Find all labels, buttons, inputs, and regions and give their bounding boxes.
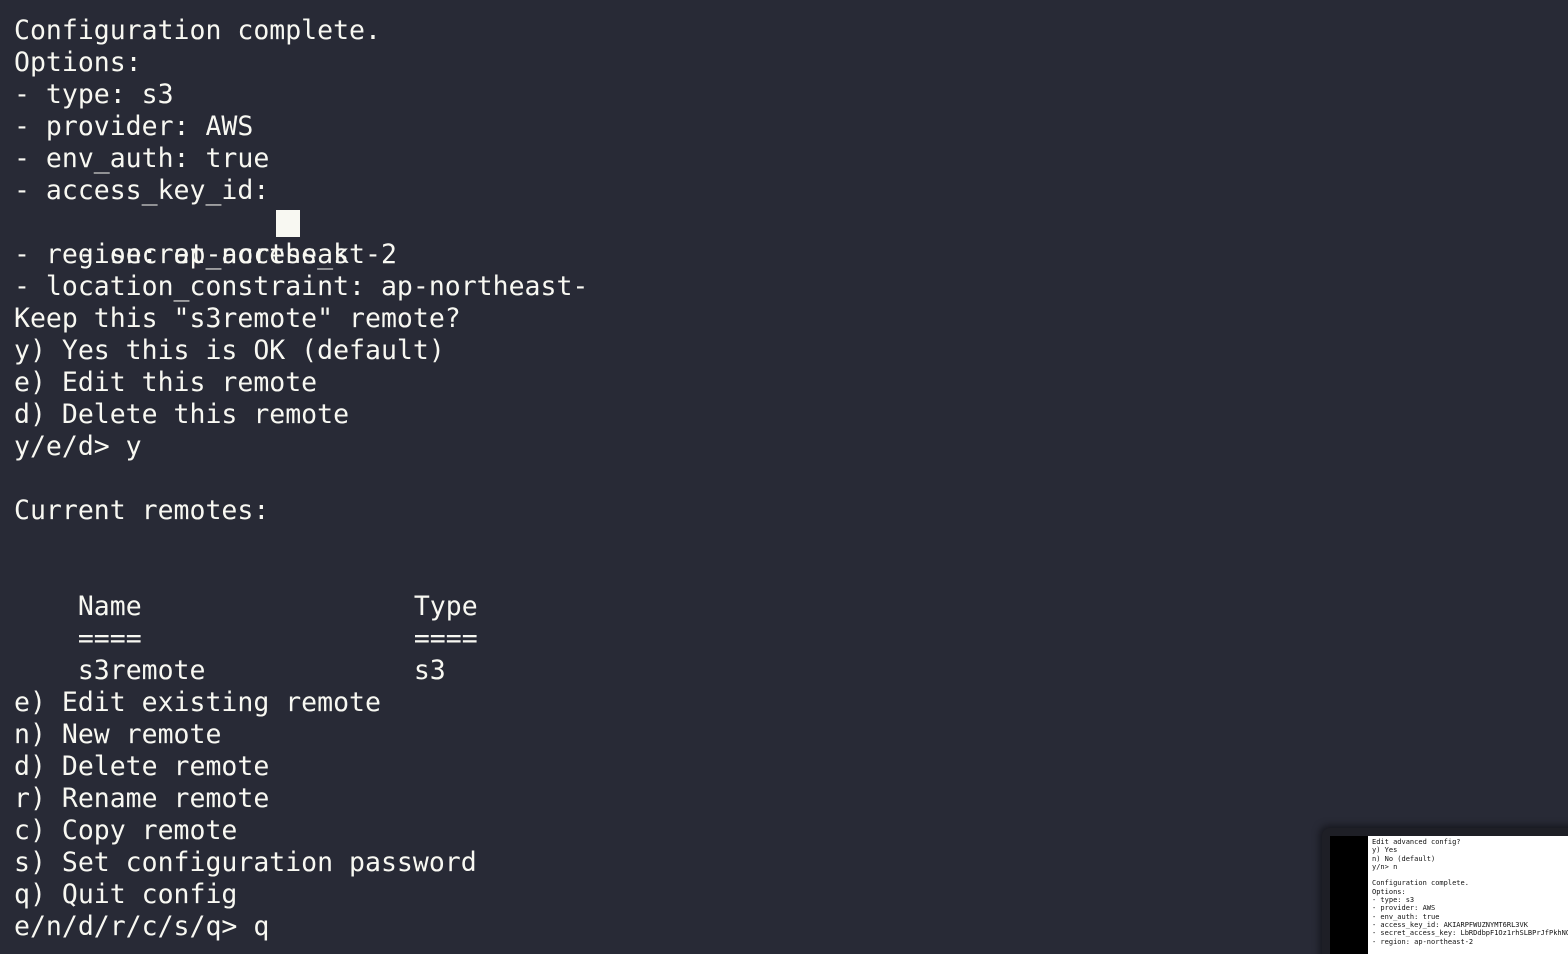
thumbnail-text: Edit advanced config? y) Yes n) No (defaul… <box>1372 838 1568 946</box>
menu-option-rename: r) Rename remote <box>14 783 270 814</box>
output-line: - region: ap-northeast-2 <box>14 239 397 270</box>
thumbnail-sidebar <box>1330 836 1368 954</box>
output-line: Configuration complete. <box>14 15 381 46</box>
thumbnail-line: Configuration complete. <box>1372 879 1469 888</box>
output-line: Options: <box>14 47 142 78</box>
text-cursor <box>276 210 300 237</box>
output-line: Current remotes: <box>14 495 270 526</box>
thumbnail-line: n) No (default) <box>1372 854 1436 863</box>
output-line: - provider: AWS <box>14 111 254 142</box>
output-line: Keep this "s3remote" remote? <box>14 303 461 334</box>
thumbnail-line: - secret_access_key: LbRDdbpF1Oz1rhSLBPr… <box>1372 929 1568 938</box>
output-line: - type: s3 <box>14 79 174 110</box>
menu-option-new: n) New remote <box>14 719 222 750</box>
thumbnail-line: - provider: AWS <box>1372 904 1436 913</box>
output-line: - access_key_id: <box>14 175 270 206</box>
thumbnail-line: Edit advanced config? <box>1372 838 1461 846</box>
output-line: y) Yes this is OK (default) <box>14 335 445 366</box>
thumbnail-line: - type: s3 <box>1372 896 1415 905</box>
output-line: - location_constraint: ap-northeast- <box>14 271 589 302</box>
output-line-with-cursor: - secret_access_k <box>14 207 1554 270</box>
output-line: d) Delete this remote <box>14 399 350 430</box>
thumbnail-screen: Edit advanced config? y) Yes n) No (defaul… <box>1330 836 1568 954</box>
terminal-output[interactable]: Configuration complete. Options: - type:… <box>14 15 1554 943</box>
thumbnail-line <box>1372 871 1568 879</box>
screenshot-thumbnail[interactable]: Edit advanced config? y) Yes n) No (defaul… <box>1322 828 1568 954</box>
output-line: y/e/d> y <box>14 431 142 462</box>
output-line: - env_auth: true <box>14 143 270 174</box>
menu-option-delete: d) Delete remote <box>14 751 270 782</box>
thumbnail-line: y/n> n <box>1372 862 1398 871</box>
menu-option-edit: e) Edit existing remote <box>14 687 381 718</box>
remotes-table-separator: ==== ==== <box>14 591 1554 654</box>
thumbnail-line: - access_key_id: AKIARPFWUZNYMT6RL3VK <box>1372 920 1528 929</box>
remotes-table-header: Name Type <box>14 559 1554 622</box>
thumbnail-line: Options: <box>1372 887 1406 896</box>
thumbnail-line: y) Yes <box>1372 846 1398 855</box>
thumbnail-line: - region: ap-northeast-2 <box>1372 937 1474 946</box>
output-line: e) Edit this remote <box>14 367 318 398</box>
table-row: s3remote s3 <box>14 623 1554 686</box>
thumbnail-line: - env_auth: true <box>1372 912 1440 921</box>
